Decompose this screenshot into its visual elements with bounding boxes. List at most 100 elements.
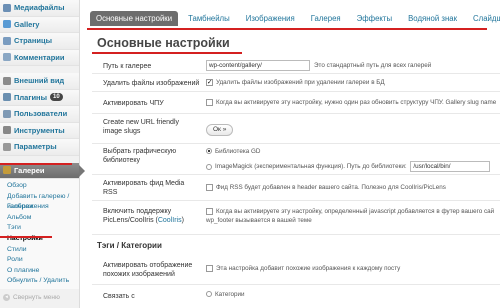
related-images-hint: Эта настройка добавит похожие изображени… bbox=[216, 265, 401, 273]
menu-separator bbox=[0, 156, 79, 163]
gallery-icon bbox=[3, 166, 11, 175]
row-gallery-path: Путь к галерее wp-content/gallery/Это ст… bbox=[92, 57, 500, 74]
imagemagick-path-input[interactable]: /usr/local/bin/ bbox=[410, 161, 491, 172]
media-rss-checkbox[interactable] bbox=[206, 184, 213, 191]
link-with-label: Связать с bbox=[103, 293, 135, 300]
galleries-submenu: Обзор Добавить галерею / изображения Галер… bbox=[0, 179, 79, 289]
menu-separator bbox=[0, 66, 79, 73]
related-images-label: Активировать отображение похожих изображ… bbox=[103, 262, 193, 278]
gallery-path-hint: Это стандартный путь для всех галерей bbox=[314, 62, 432, 70]
row-related-images: Активировать отображение похожих изображ… bbox=[92, 255, 500, 285]
gd-library-radio[interactable] bbox=[206, 148, 212, 155]
tab-5[interactable]: Водяной знак bbox=[402, 11, 463, 26]
row-link-with: Связать с Категории bbox=[92, 285, 500, 305]
submenu-item[interactable]: Добавить галерею / изображения bbox=[7, 192, 79, 211]
submenu-item[interactable]: О плагине bbox=[7, 266, 79, 277]
submenu-item[interactable]: Роли bbox=[7, 255, 79, 266]
menu-item-2[interactable]: Страницы bbox=[0, 33, 79, 50]
submenu-item[interactable]: Стили bbox=[7, 245, 79, 256]
menu-item-2[interactable]: Пользователи bbox=[0, 106, 79, 123]
row-delete-images: Удалить файлы изображений Удалить файлы … bbox=[92, 74, 500, 92]
row-tags-section: Тэги / Категории bbox=[92, 235, 500, 255]
menu-icon bbox=[3, 93, 11, 102]
categories-radio[interactable] bbox=[206, 291, 212, 298]
gallery-path-input[interactable]: wp-content/gallery/ bbox=[206, 60, 310, 71]
tab-6[interactable]: Слайдшоу bbox=[467, 11, 500, 26]
image-slugs-label: Create new URL friendly image slugs bbox=[103, 119, 179, 135]
piclens-hint-line2: wp_footer вызывается в вашей теме bbox=[206, 217, 312, 224]
menu-item-label: Страницы bbox=[14, 36, 52, 46]
submenu-item[interactable]: Обнулить / Удалить bbox=[7, 276, 79, 287]
gallery-path-label: Путь к галерее bbox=[103, 63, 152, 70]
menu-icon bbox=[3, 76, 11, 85]
settings-tabs: Основные настройки Тамбнейлы Изображения Га… bbox=[90, 8, 500, 26]
menu-icon bbox=[3, 36, 11, 45]
piclens-hint: Когда вы активируете эту настройку, опре… bbox=[216, 208, 495, 216]
ok-button[interactable]: Ок » bbox=[206, 124, 234, 136]
tab-2[interactable]: Изображения bbox=[240, 11, 301, 26]
tab-3[interactable]: Галерея bbox=[305, 11, 347, 26]
tab-0[interactable]: Основные настройки bbox=[90, 11, 179, 26]
piclens-label-close: ) bbox=[181, 217, 184, 224]
piclens-checkbox[interactable] bbox=[206, 208, 213, 215]
tab-4[interactable]: Эффекты bbox=[351, 11, 398, 26]
menu-item-1[interactable]: Плагины 10 bbox=[0, 89, 79, 106]
permalinks-hint: Когда вы активируете эту настройку, нужн… bbox=[216, 99, 497, 107]
imagemagick-radio[interactable] bbox=[206, 163, 212, 170]
menu-icon bbox=[3, 142, 11, 151]
media-rss-hint: Фид RSS будет добавлен в header вашего с… bbox=[216, 184, 446, 192]
row-piclens: Включить поддержку PicLens/CoolIris (Coo… bbox=[92, 201, 500, 235]
menu-item-label: Внешний вид bbox=[14, 76, 65, 86]
submenu-item[interactable]: Тэги bbox=[7, 223, 79, 234]
menu-item-0[interactable]: Внешний вид bbox=[0, 73, 79, 90]
collapse-menu-button[interactable]: ◂ Свернуть меню bbox=[3, 294, 60, 301]
row-graphic-library: Выбрать графическую библиотеку Библиотек… bbox=[92, 144, 500, 175]
submenu-item[interactable]: Обзор bbox=[7, 181, 79, 192]
menu-item-label: Медиафайлы bbox=[14, 3, 65, 13]
menu-icon bbox=[3, 53, 11, 62]
update-count-badge: 10 bbox=[50, 93, 63, 102]
collapse-icon: ◂ bbox=[3, 294, 10, 301]
categories-label: Категории bbox=[215, 291, 245, 298]
delete-images-label: Удалить файлы изображений bbox=[103, 80, 200, 87]
collapse-label: Свернуть меню bbox=[13, 294, 60, 301]
annotation-line-sidebar bbox=[0, 163, 72, 165]
tab-1[interactable]: Тамбнейлы bbox=[182, 11, 236, 26]
annotation-line-tabs bbox=[87, 28, 487, 30]
submenu-item[interactable]: Альбом bbox=[7, 213, 79, 224]
graphic-library-label: Выбрать графическую библиотеку bbox=[103, 148, 177, 164]
annotation-line-settings bbox=[0, 236, 52, 238]
cooliris-link[interactable]: CoolIris bbox=[158, 217, 182, 224]
row-image-slugs: Create new URL friendly image slugs Ок » bbox=[92, 114, 500, 144]
menu-item-1[interactable]: Gallery bbox=[0, 16, 79, 33]
related-images-checkbox[interactable] bbox=[206, 265, 213, 272]
menu-item-3[interactable]: Инструменты bbox=[0, 122, 79, 139]
menu-item-label: Комментарии bbox=[14, 52, 65, 62]
menu-item-label: Галереи bbox=[14, 165, 45, 175]
media-rss-label: Активировать фид Media RSS bbox=[103, 180, 185, 196]
menu-icon bbox=[3, 126, 11, 135]
annotation-line-title bbox=[92, 52, 242, 54]
menu-item-0[interactable]: Медиафайлы bbox=[0, 0, 79, 17]
menu-item-label: Gallery bbox=[14, 19, 40, 29]
page-title: Основные настройки bbox=[97, 36, 230, 50]
delete-images-checkbox[interactable] bbox=[206, 78, 213, 86]
menu-icon bbox=[3, 3, 11, 12]
menu-icon bbox=[3, 109, 11, 118]
menu-item-label: Инструменты bbox=[14, 125, 65, 135]
row-permalinks: Активировать ЧПУ Когда вы активируете эт… bbox=[92, 92, 500, 114]
menu-item-label: Пользователи bbox=[14, 109, 68, 119]
menu-item-label: Плагины bbox=[14, 92, 47, 102]
menu-item-3[interactable]: Комментарии bbox=[0, 49, 79, 66]
permalinks-label: Активировать ЧПУ bbox=[103, 100, 164, 107]
permalinks-checkbox[interactable] bbox=[206, 99, 213, 106]
settings-table: Путь к галерее wp-content/gallery/Это ст… bbox=[92, 57, 500, 305]
imagemagick-label: ImageMagick (экспериментальная функция).… bbox=[215, 163, 407, 171]
menu-item-label: Параметры bbox=[14, 142, 57, 152]
menu-item-4[interactable]: Параметры bbox=[0, 139, 79, 156]
menu-icon bbox=[3, 20, 11, 29]
row-media-rss: Активировать фид Media RSS Фид RSS будет… bbox=[92, 175, 500, 201]
piclens-label: Включить поддержку PicLens/CoolIris (Coo… bbox=[103, 207, 198, 225]
gd-library-label: Библиотека GD bbox=[215, 148, 261, 155]
admin-sidebar: Медиафайлы Gallery Страницы Комментарии Вне… bbox=[0, 0, 85, 308]
